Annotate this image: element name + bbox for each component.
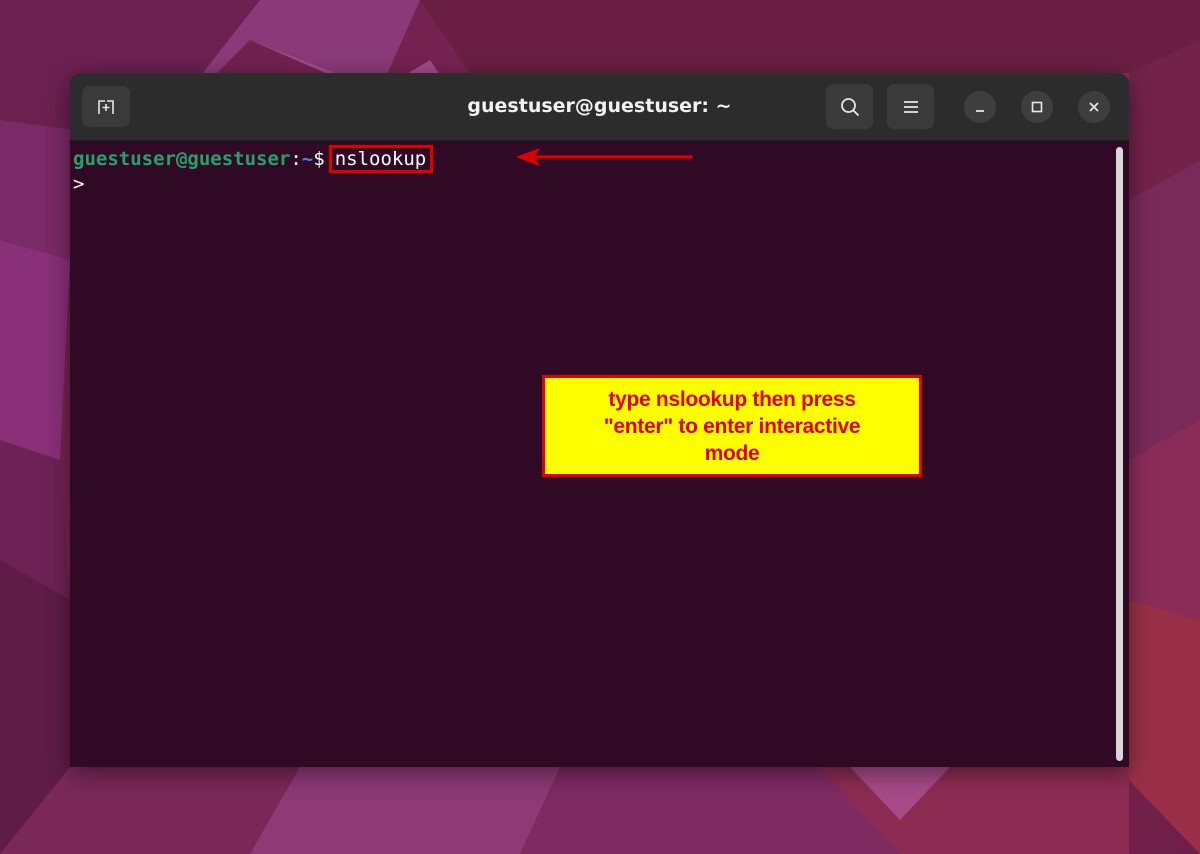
window-title: guestuser@guestuser: ~: [467, 95, 732, 117]
minimize-icon: [976, 110, 984, 112]
search-icon: [840, 97, 859, 116]
command-highlight-box: nslookup: [328, 145, 434, 173]
search-button[interactable]: [826, 84, 873, 129]
annotation-callout: type nslookup then press "enter" to ente…: [542, 375, 922, 477]
prompt-user-host: guestuser@guestuser: [73, 148, 291, 170]
prompt-line: guestuser@guestuser:~$ nslookup: [73, 145, 434, 173]
callout-line-2: "enter" to enter interactive: [603, 414, 861, 438]
prompt-dollar: $: [313, 148, 325, 170]
close-button[interactable]: [1078, 91, 1110, 123]
interactive-prompt-line: >: [73, 173, 85, 195]
callout-line-1: type nslookup then press: [608, 387, 856, 411]
annotation-callout-text: type nslookup then press "enter" to ente…: [604, 386, 861, 467]
maximize-icon: [1031, 101, 1043, 113]
prompt-path: ~: [301, 148, 314, 170]
vertical-scrollbar[interactable]: [1116, 147, 1123, 761]
callout-line-3: mode: [704, 441, 760, 465]
hamburger-menu-icon: [903, 100, 918, 113]
maximize-button[interactable]: [1021, 91, 1053, 123]
prompt-colon: :: [290, 148, 302, 170]
menu-button[interactable]: [887, 84, 934, 129]
new-tab-button[interactable]: [82, 86, 130, 127]
annotation-arrow: [516, 148, 692, 166]
new-tab-icon: [98, 99, 114, 114]
minimize-button[interactable]: [964, 91, 996, 123]
close-icon: [1089, 102, 1099, 112]
header-bar: guestuser@guestuser: ~: [70, 73, 1129, 141]
